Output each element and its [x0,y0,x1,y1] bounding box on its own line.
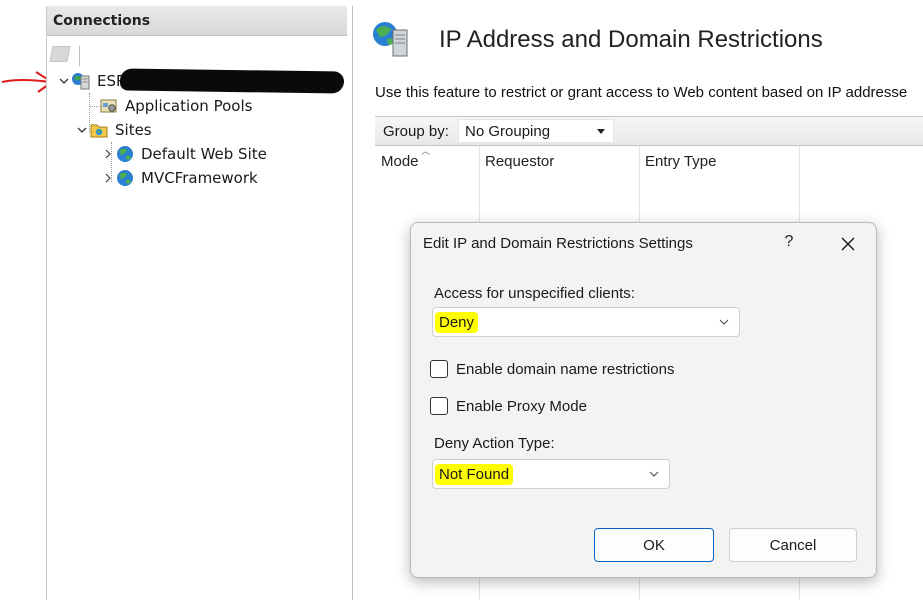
close-icon [841,237,855,251]
access-select[interactable]: Deny [432,307,740,337]
tree-item-default-web-site[interactable]: Default Web Site [101,143,267,165]
group-by-bar: Group by: No Grouping [375,116,923,146]
sites-folder-icon [89,121,109,139]
ip-restrictions-icon [373,22,408,57]
chevron-right-icon[interactable] [101,171,115,185]
group-by-value: No Grouping [465,122,551,140]
access-value: Deny [435,311,479,333]
caret-down-icon [597,129,605,134]
connections-title: Connections [53,13,151,29]
connect-icon[interactable] [49,46,71,62]
access-label: Access for unspecified clients: [434,285,635,302]
column-header-requestor[interactable]: Requestor [479,146,639,182]
proxy-mode-option[interactable]: Enable Proxy Mode [430,397,587,415]
feature-description: Use this feature to restrict or grant ac… [375,84,908,101]
tree-label: Default Web Site [141,145,267,163]
tree-label: Application Pools [125,97,253,115]
connections-header: Connections [47,6,347,36]
tree-item-sites[interactable]: Sites [75,119,152,141]
globe-icon [115,169,135,187]
chevron-right-icon[interactable] [101,147,115,161]
grid-header: ︿ Mode Requestor Entry Type [375,146,923,600]
connections-toolbar [47,40,347,72]
tree-item-mvcframework[interactable]: MVCFramework [101,167,258,189]
close-button[interactable] [835,231,861,257]
toolbar-separator [79,46,80,66]
column-header-mode[interactable]: ︿ Mode [375,146,479,182]
help-button[interactable]: ? [777,233,801,255]
chevron-down-icon [719,319,729,325]
sort-ascending-icon: ︿ [421,146,431,156]
dialog-title: Edit IP and Domain Restrictions Settings [423,235,693,252]
chevron-down-icon [649,471,659,477]
column-header-entry-type[interactable]: Entry Type [639,146,799,182]
deny-action-label: Deny Action Type: [434,435,555,452]
ok-button[interactable]: OK [594,528,714,562]
tree-label: MVCFramework [141,169,258,187]
domain-restrictions-option[interactable]: Enable domain name restrictions [430,360,674,378]
globe-icon [115,145,135,163]
deny-action-value: Not Found [435,463,514,485]
application-pools-icon [99,97,119,115]
tree-item-server[interactable]: ESR [57,70,126,92]
edit-settings-dialog: Edit IP and Domain Restrictions Settings… [410,222,877,578]
redaction-mark [119,68,345,94]
server-icon [71,72,91,90]
connections-pane: Connections ESR Application Pools Sites … [0,0,348,600]
tree-label: Sites [115,121,152,139]
deny-action-select[interactable]: Not Found [432,459,670,489]
domain-restrictions-checkbox[interactable] [430,360,448,378]
cancel-button[interactable]: Cancel [729,528,857,562]
chevron-down-icon[interactable] [57,74,71,88]
chevron-down-icon[interactable] [75,123,89,137]
group-by-label: Group by: [383,123,449,140]
page-title: IP Address and Domain Restrictions [439,26,823,53]
proxy-mode-checkbox[interactable] [430,397,448,415]
connections-panel: Connections ESR Application Pools Sites … [46,6,347,600]
checkbox-label: Enable Proxy Mode [456,397,587,415]
tree-item-application-pools[interactable]: Application Pools [99,95,252,117]
checkbox-label: Enable domain name restrictions [456,360,675,378]
group-by-select[interactable]: No Grouping [458,119,614,143]
